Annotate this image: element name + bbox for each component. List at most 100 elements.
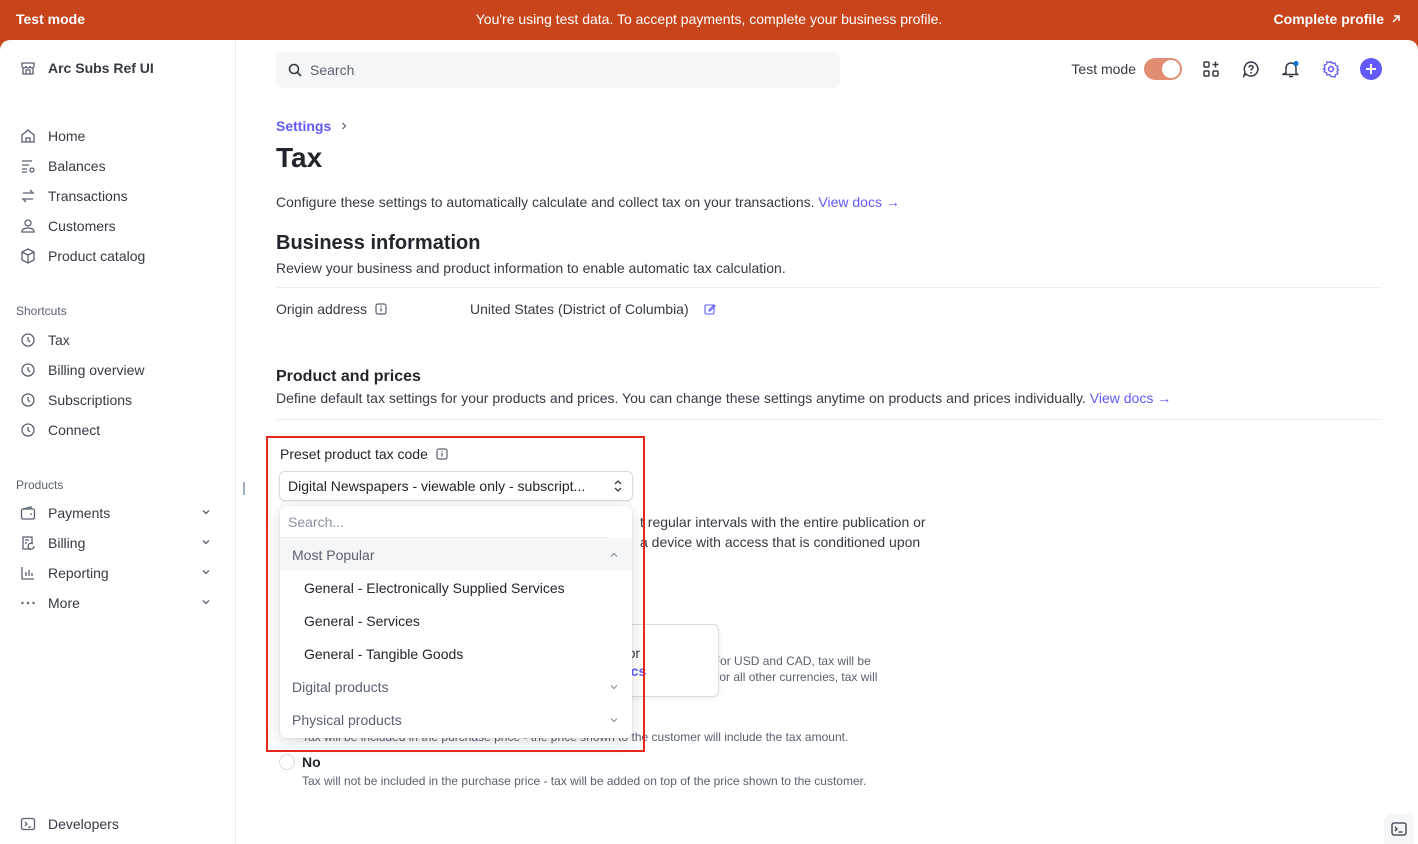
test-mode-toggle[interactable]	[1144, 58, 1182, 80]
breadcrumb: Settings	[276, 118, 349, 134]
tax-code-dropdown: Search... Most Popular General - Electro…	[280, 506, 632, 738]
apps-icon	[1203, 61, 1219, 77]
edit-icon[interactable]	[704, 303, 716, 315]
help-icon	[1242, 61, 1259, 78]
test-mode-label: Test mode	[1071, 61, 1136, 77]
sidebar-item-label: Developers	[48, 816, 119, 832]
page-intro: Configure these settings to automaticall…	[276, 194, 900, 210]
sidebar-item-product-catalog[interactable]: Product catalog	[20, 244, 216, 268]
topbar-actions: Test mode	[1071, 58, 1382, 80]
billing-icon	[22, 536, 35, 550]
settings-button[interactable]	[1320, 58, 1342, 80]
no-option-description: Tax will not be included in the purchase…	[302, 774, 867, 788]
intro-view-docs-link[interactable]: View docs →	[818, 194, 899, 210]
chevron-down-icon	[202, 600, 210, 605]
sidebar-item-label: Balances	[48, 158, 106, 174]
sidebar-item-label: Billing	[48, 535, 86, 551]
origin-address-row: Origin address United States (District o…	[276, 301, 716, 317]
shell-button[interactable]	[1384, 814, 1414, 844]
apps-button[interactable]	[1200, 58, 1222, 80]
sidebar-item-label: Connect	[48, 422, 101, 438]
wallet-icon	[20, 506, 36, 520]
chart-icon	[21, 567, 34, 580]
tax-code-label: Preset product tax code	[280, 446, 448, 462]
sidebar-item-payments[interactable]: Payments	[20, 501, 216, 525]
no-radio[interactable]	[279, 754, 295, 770]
page-title: Tax	[276, 142, 323, 173]
option-services[interactable]: General - Services	[280, 604, 632, 637]
products-heading: Products	[16, 478, 64, 492]
sidebar-item-reporting[interactable]: Reporting	[20, 561, 216, 585]
shortcuts-heading: Shortcuts	[16, 304, 67, 318]
gear-icon	[1322, 60, 1340, 78]
chevron-up-icon	[610, 552, 618, 557]
sidebar-item-transactions[interactable]: Transactions	[20, 184, 216, 208]
tax-code-label-text: Preset product tax code	[280, 446, 428, 462]
clock-icon	[21, 363, 35, 377]
customer-icon	[21, 219, 35, 233]
account-switcher[interactable]: Arc Subs Ref UI	[20, 60, 154, 76]
balances-icon	[22, 160, 35, 173]
notifications-button[interactable]	[1280, 58, 1302, 80]
intro-text: Configure these settings to automaticall…	[276, 194, 815, 210]
sidebar-item-label: More	[48, 595, 80, 611]
sidebar-item-customers[interactable]: Customers	[20, 214, 216, 238]
terminal-icon	[20, 817, 36, 831]
sidebar-item-developers[interactable]: Developers	[20, 812, 216, 836]
more-icon	[21, 601, 35, 605]
product-prices-subtitle-text: Define default tax settings for your pro…	[276, 390, 1086, 406]
group-digital-products[interactable]: Digital products	[280, 670, 632, 703]
info-icon	[375, 303, 387, 315]
no-option-label: No	[302, 754, 321, 770]
account-name: Arc Subs Ref UI	[48, 60, 154, 76]
chevron-down-icon	[202, 540, 210, 545]
section-divider	[276, 419, 1382, 420]
breadcrumb-settings[interactable]: Settings	[276, 118, 331, 134]
sidebar-item-more[interactable]: More	[20, 591, 216, 615]
search-input[interactable]: Search	[276, 52, 840, 88]
sidebar-item-label: Subscriptions	[48, 392, 133, 408]
sidebar-item-connect[interactable]: Connect	[20, 418, 216, 442]
chevron-down-icon	[610, 684, 618, 689]
business-info-heading: Business information	[276, 232, 481, 254]
main-area: Search Test mode Settings Tax Configure …	[236, 40, 1418, 844]
option-tangible-goods[interactable]: General - Tangible Goods	[280, 637, 632, 670]
origin-address-value: United States (District of Columbia)	[470, 301, 689, 317]
sidebar-item-label: Reporting	[48, 565, 109, 581]
sidebar-item-label: Billing overview	[48, 362, 145, 378]
transactions-icon	[21, 189, 35, 203]
sidebar-item-label: Home	[48, 128, 86, 144]
chevron-down-icon	[202, 510, 210, 515]
plus-icon	[1366, 64, 1376, 74]
products-view-docs-link[interactable]: View docs →	[1090, 390, 1171, 406]
sidebar-item-label: Transactions	[48, 188, 128, 204]
complete-profile-link[interactable]: Complete profile	[1274, 11, 1402, 27]
chevron-right-icon	[342, 122, 347, 130]
chevron-down-icon	[610, 717, 618, 722]
create-button[interactable]	[1360, 58, 1382, 80]
group-physical-products[interactable]: Physical products	[280, 703, 632, 736]
tax-code-selected-value: Digital Newspapers - viewable only - sub…	[288, 478, 586, 494]
clock-icon	[21, 393, 35, 407]
complete-profile-label: Complete profile	[1273, 11, 1384, 27]
home-icon	[21, 129, 35, 143]
option-electronically-supplied-services[interactable]: General - Electronically Supplied Servic…	[280, 571, 632, 604]
sidebar-item-subscriptions[interactable]: Subscriptions	[20, 388, 216, 412]
dropdown-search-input[interactable]: Search...	[280, 506, 608, 538]
dropdown-search-placeholder: Search...	[288, 513, 345, 530]
sidebar-item-home[interactable]: Home	[20, 124, 216, 148]
sidebar-item-tax[interactable]: Tax	[20, 328, 216, 352]
tax-code-description-2: a device with access that is conditioned…	[640, 534, 921, 550]
sidebar-item-billing[interactable]: Billing	[20, 531, 216, 555]
tax-code-select[interactable]: Digital Newspapers - viewable only - sub…	[279, 471, 633, 501]
clock-icon	[21, 423, 35, 437]
box-icon	[21, 248, 35, 264]
section-divider	[276, 287, 1382, 288]
group-label: Most Popular	[292, 546, 375, 563]
sidebar-item-balances[interactable]: Balances	[20, 154, 216, 178]
group-most-popular[interactable]: Most Popular	[280, 538, 632, 571]
help-button[interactable]	[1240, 58, 1262, 80]
search-placeholder: Search	[310, 62, 355, 78]
sidebar-item-billing-overview[interactable]: Billing overview	[20, 358, 216, 382]
origin-address-label: Origin address	[276, 301, 368, 317]
